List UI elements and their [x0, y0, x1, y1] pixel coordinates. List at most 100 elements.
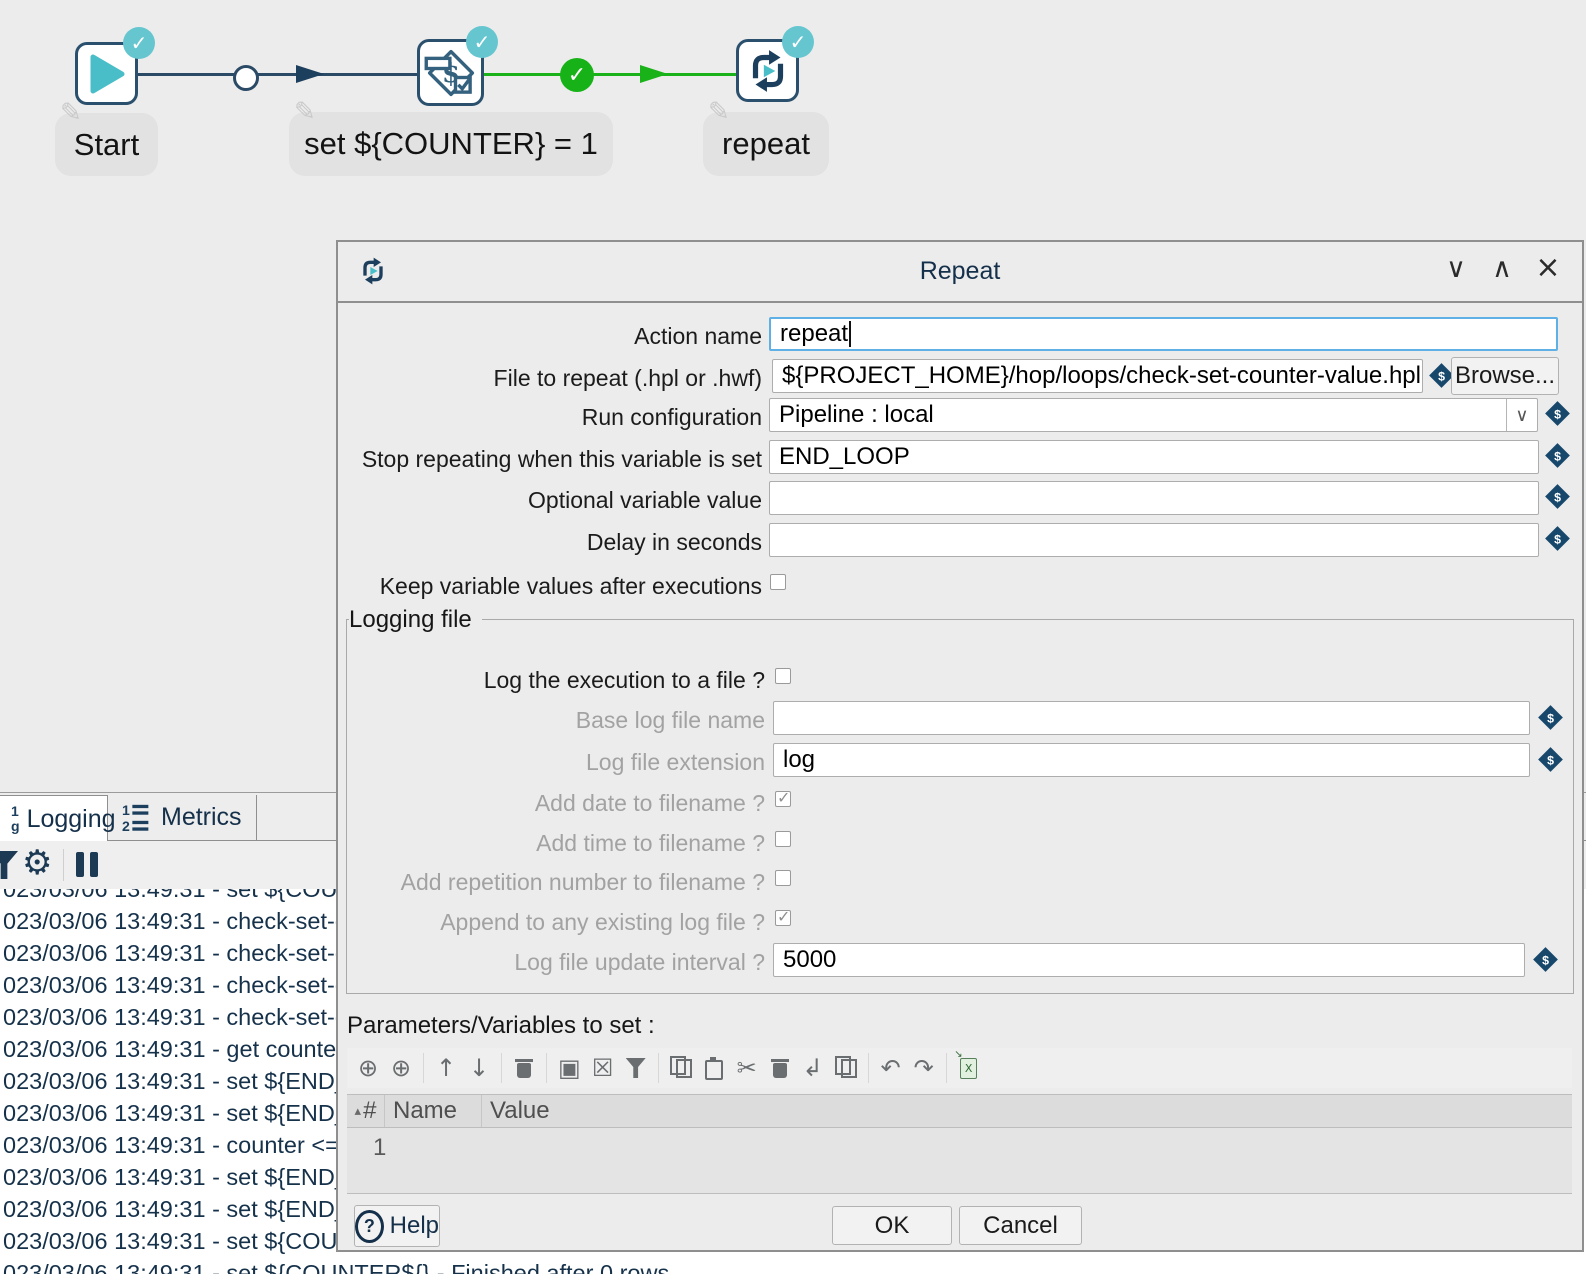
- logging-file-group-title: Logging file: [349, 606, 482, 634]
- add-repetition-label: Add repetition number to filename ?: [347, 869, 765, 896]
- column-header-name[interactable]: Name: [385, 1095, 482, 1127]
- hop-line-set-to-repeat[interactable]: [484, 73, 737, 76]
- add-repetition-checkbox[interactable]: [775, 870, 791, 886]
- duplicate-icon[interactable]: [835, 1053, 857, 1083]
- append-log-checkbox[interactable]: [775, 910, 791, 926]
- ok-button[interactable]: OK: [832, 1206, 952, 1245]
- log-extension-input[interactable]: log: [773, 743, 1530, 777]
- variable-dollar-icon[interactable]: $: [1544, 442, 1571, 469]
- add-date-checkbox[interactable]: [775, 791, 791, 807]
- clear-selection-icon[interactable]: ☒: [592, 1053, 614, 1083]
- file-to-repeat-label: File to repeat (.hpl or .hwf): [338, 365, 762, 392]
- help-button[interactable]: ? Help: [354, 1205, 440, 1247]
- delay-label: Delay in seconds: [338, 529, 762, 556]
- variable-dollar-icon[interactable]: $: [1544, 525, 1571, 552]
- log-extension-label: Log file extension: [347, 749, 765, 776]
- tab-metrics[interactable]: 1 2 Metrics: [108, 795, 257, 840]
- variable-dollar-icon[interactable]: $: [1537, 704, 1564, 731]
- set-variable-icon: $: [424, 46, 478, 100]
- keep-values-checkbox[interactable]: [770, 574, 786, 590]
- toolbar-separator: [868, 1053, 869, 1083]
- maximize-icon[interactable]: ∧: [1484, 253, 1520, 284]
- select-all-icon[interactable]: ▣: [558, 1053, 581, 1083]
- browse-button[interactable]: Browse...: [1451, 357, 1559, 395]
- undo-icon[interactable]: ↶: [880, 1053, 902, 1083]
- variable-dollar-icon[interactable]: $: [1537, 746, 1564, 773]
- base-log-name-input[interactable]: [773, 701, 1530, 735]
- sort-asc-icon: ▴: [355, 1103, 362, 1119]
- cut-icon[interactable]: ✂: [736, 1053, 758, 1083]
- toolbar-separator: [546, 1053, 547, 1083]
- redo-icon[interactable]: ↷: [913, 1053, 935, 1083]
- action-name-input[interactable]: repeat: [769, 317, 1558, 351]
- params-table-body[interactable]: 1: [347, 1128, 1572, 1194]
- move-into-icon[interactable]: ↲: [802, 1053, 824, 1083]
- move-rows-down-icon[interactable]: ↓: [468, 1053, 490, 1083]
- stop-variable-label: Stop repeating when this variable is set: [338, 446, 762, 473]
- move-rows-up-icon[interactable]: ↑: [435, 1053, 457, 1083]
- logging-file-group: Logging file Log the execution to a file…: [346, 619, 1574, 994]
- hop-line-start-to-set[interactable]: [138, 73, 418, 76]
- svg-text:$: $: [1554, 533, 1561, 547]
- hop-gui-window: ✓ ✓ ✎ Start $ ✓ ✎ set ${COUNTER} = 1: [0, 0, 1586, 1274]
- optional-value-label: Optional variable value: [338, 487, 762, 514]
- tab-logging[interactable]: 1g Logging: [0, 795, 108, 842]
- append-log-label: Append to any existing log file ?: [347, 909, 765, 936]
- insert-row-before-icon[interactable]: ⊕: [357, 1053, 379, 1083]
- dialog-titlebar[interactable]: Repeat ∨ ∧ ×: [338, 242, 1582, 303]
- stop-variable-input[interactable]: END_LOOP: [769, 440, 1539, 474]
- node-repeat-check-badge: ✓: [782, 26, 814, 58]
- edit-pencil-icon: ✎: [294, 97, 316, 127]
- column-header-num[interactable]: ▴ #: [347, 1095, 385, 1127]
- log-filter-icon[interactable]: [0, 851, 18, 879]
- run-configuration-combo[interactable]: Pipeline : local ∨: [769, 398, 1538, 432]
- action-name-label: Action name: [338, 323, 762, 350]
- delay-input[interactable]: [769, 523, 1539, 557]
- close-icon[interactable]: ×: [1530, 250, 1566, 285]
- file-to-repeat-input[interactable]: ${PROJECT_HOME}/hop/loops/check-set-coun…: [772, 359, 1423, 393]
- clear-rows-icon[interactable]: [513, 1053, 535, 1083]
- add-time-checkbox[interactable]: [775, 831, 791, 847]
- edit-pencil-icon: ✎: [708, 97, 730, 127]
- node-set-counter-label[interactable]: set ${COUNTER} = 1: [289, 112, 613, 176]
- variable-dollar-icon[interactable]: $: [1544, 483, 1571, 510]
- toolbar-separator: [501, 1053, 502, 1083]
- delete-rows-icon[interactable]: [769, 1053, 791, 1083]
- excel-export-icon[interactable]: [958, 1053, 980, 1083]
- svg-text:2: 2: [122, 818, 130, 834]
- copy-icon[interactable]: [670, 1053, 692, 1083]
- log-settings-gear-icon[interactable]: ⚙: [22, 843, 52, 883]
- svg-text:$: $: [1547, 712, 1554, 726]
- variable-dollar-icon[interactable]: $: [1544, 400, 1571, 427]
- action-name-value: repeat: [780, 320, 848, 348]
- params-toolbar: ⊕ ⊕ ↑ ↓ ▣ ☒ ✂ ↲ ↶ ↷: [347, 1048, 1572, 1088]
- column-num-label: #: [363, 1097, 376, 1125]
- update-interval-input[interactable]: 5000: [773, 943, 1525, 977]
- minimize-icon[interactable]: ∨: [1438, 253, 1474, 284]
- insert-row-after-icon[interactable]: ⊕: [390, 1053, 412, 1083]
- logging-tab-icon: 1g: [11, 804, 20, 834]
- node-set-counter-check-badge: ✓: [466, 26, 498, 58]
- column-header-value[interactable]: Value: [482, 1095, 1572, 1127]
- cancel-button[interactable]: Cancel: [959, 1206, 1082, 1245]
- variable-dollar-icon[interactable]: $: [1532, 946, 1559, 973]
- repeat-icon: [743, 46, 793, 96]
- paste-icon[interactable]: [703, 1053, 725, 1083]
- filter-icon[interactable]: [625, 1053, 647, 1083]
- svg-text:$: $: [1554, 408, 1561, 422]
- toolbar-separator: [63, 849, 64, 881]
- keep-values-label: Keep variable values after executions: [338, 573, 762, 600]
- optional-value-input[interactable]: [769, 481, 1539, 515]
- repeat-dialog: Repeat ∨ ∧ × Action name repeat File to …: [336, 240, 1584, 1252]
- svg-text:1: 1: [122, 802, 130, 818]
- log-exec-checkbox[interactable]: [775, 668, 791, 684]
- toolbar-separator: [658, 1053, 659, 1083]
- help-icon: ?: [355, 1210, 384, 1243]
- run-configuration-value: Pipeline : local: [779, 401, 934, 429]
- chevron-down-icon[interactable]: ∨: [1506, 399, 1537, 431]
- hop-arrow-icon: [640, 65, 668, 83]
- hop-midpoint-circle[interactable]: [233, 65, 259, 91]
- log-pause-icon[interactable]: [76, 852, 98, 877]
- update-interval-label: Log file update interval ?: [347, 949, 765, 976]
- play-icon: [89, 54, 125, 94]
